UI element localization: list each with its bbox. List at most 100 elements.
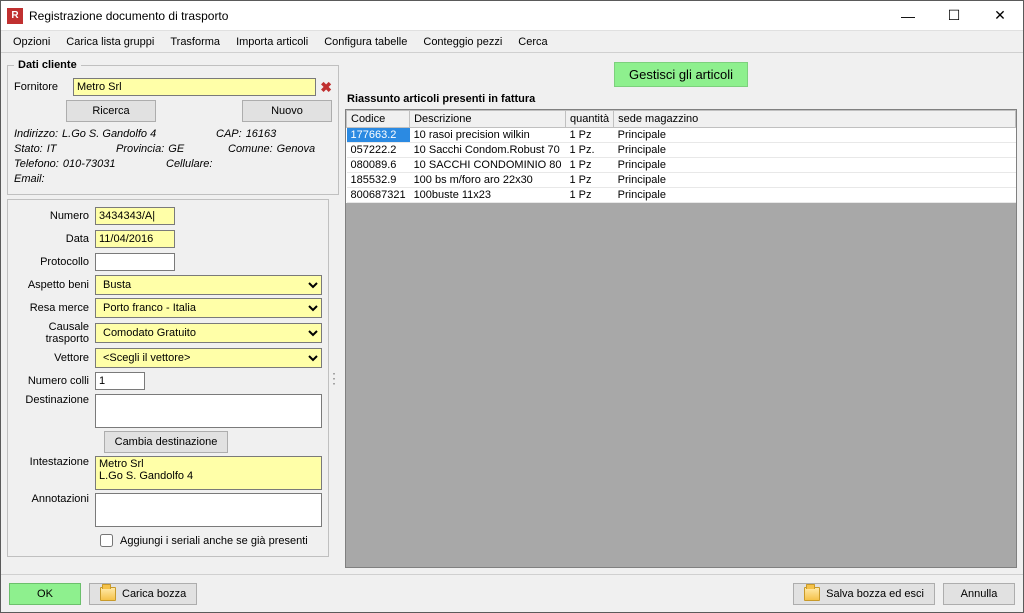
numero-label: Numero <box>10 210 95 222</box>
resa-select[interactable]: Porto franco - Italia <box>95 298 322 318</box>
articles-table[interactable]: Codice Descrizione quantità sede magazzi… <box>346 110 1016 203</box>
provincia-label: Provincia: <box>116 143 164 155</box>
annot-label: Annotazioni <box>10 493 95 505</box>
ricerca-button[interactable]: Ricerca <box>66 100 156 122</box>
vettore-select[interactable]: <Scegli il vettore> <box>95 348 322 368</box>
cell-sede: Principale <box>614 128 1016 143</box>
maximize-button[interactable]: ☐ <box>931 1 977 31</box>
client-legend: Dati cliente <box>14 59 81 71</box>
cell-desc: 10 SACCHI CONDOMINIO 80 <box>410 158 566 173</box>
carica-bozza-label: Carica bozza <box>122 588 186 600</box>
stato-value: IT <box>47 143 57 155</box>
footer: OK Carica bozza Salva bozza ed esci Annu… <box>1 574 1023 612</box>
colli-label: Numero colli <box>10 375 95 387</box>
aspetto-select[interactable]: Busta <box>95 275 322 295</box>
menu-cerca[interactable]: Cerca <box>512 34 553 50</box>
table-row[interactable]: 080089.610 SACCHI CONDOMINIO 801 PzPrinc… <box>347 158 1016 173</box>
cap-label: CAP: <box>216 128 242 140</box>
resa-label: Resa merce <box>10 302 95 314</box>
protocollo-input[interactable] <box>95 253 175 271</box>
cell-qta: 1 Pz <box>565 128 613 143</box>
cell-qta: 1 Pz <box>565 173 613 188</box>
menubar: Opzioni Carica lista gruppi Trasforma Im… <box>1 31 1023 53</box>
col-sede[interactable]: sede magazzino <box>614 111 1016 128</box>
menu-conteggio[interactable]: Conteggio pezzi <box>417 34 508 50</box>
cell-desc: 10 rasoi precision wilkin <box>410 128 566 143</box>
annulla-button[interactable]: Annulla <box>943 583 1015 605</box>
menu-carica-lista[interactable]: Carica lista gruppi <box>60 34 160 50</box>
menu-trasforma[interactable]: Trasforma <box>164 34 226 50</box>
comune-value: Genova <box>277 143 316 155</box>
cell-codice: 800687321 <box>347 188 410 203</box>
menu-importa[interactable]: Importa articoli <box>230 34 314 50</box>
cap-value: 16163 <box>246 128 277 140</box>
colli-input[interactable] <box>95 372 145 390</box>
minimize-button[interactable]: ― <box>885 1 931 31</box>
nuovo-button[interactable]: Nuovo <box>242 100 332 122</box>
causale-select[interactable]: Comodato Gratuito <box>95 323 322 343</box>
indirizzo-label: Indirizzo: <box>14 128 58 140</box>
seriali-checkbox-row[interactable]: Aggiungi i seriali anche se già presenti <box>96 531 322 550</box>
cell-sede: Principale <box>614 188 1016 203</box>
seriali-checkbox[interactable] <box>100 534 113 547</box>
cell-sede: Principale <box>614 143 1016 158</box>
ok-button[interactable]: OK <box>9 583 81 605</box>
menu-opzioni[interactable]: Opzioni <box>7 34 56 50</box>
annot-textarea[interactable] <box>95 493 322 527</box>
fornitore-input[interactable] <box>73 78 316 96</box>
cell-codice: 057222.2 <box>347 143 410 158</box>
col-codice[interactable]: Codice <box>347 111 410 128</box>
close-button[interactable]: ✕ <box>977 1 1023 31</box>
articles-summary-label: Riassunto articoli presenti in fattura <box>345 89 1017 109</box>
articles-table-wrap: Codice Descrizione quantità sede magazzi… <box>345 109 1017 568</box>
window-title: Registrazione documento di trasporto <box>29 9 885 23</box>
panel-grip-icon[interactable]: ⋮ <box>329 199 339 557</box>
table-row[interactable]: 800687321100buste 11x231 PzPrincipale <box>347 188 1016 203</box>
telefono-value: 010-73031 <box>63 158 116 170</box>
titlebar: R Registrazione documento di trasporto ―… <box>1 1 1023 31</box>
cell-codice: 080089.6 <box>347 158 410 173</box>
cell-qta: 1 Pz. <box>565 143 613 158</box>
cell-desc: 10 Sacchi Condom.Robust 70 <box>410 143 566 158</box>
cell-codice: 185532.9 <box>347 173 410 188</box>
menu-configura[interactable]: Configura tabelle <box>318 34 413 50</box>
gestisci-articoli-button[interactable]: Gestisci gli articoli <box>614 62 748 87</box>
cell-sede: Principale <box>614 173 1016 188</box>
cell-codice: 177663.2 <box>347 128 410 143</box>
fornitore-label: Fornitore <box>14 81 69 93</box>
table-row[interactable]: 057222.210 Sacchi Condom.Robust 701 Pz.P… <box>347 143 1016 158</box>
intest-label: Intestazione <box>10 456 95 468</box>
salva-bozza-label: Salva bozza ed esci <box>826 588 924 600</box>
cell-qta: 1 Pz <box>565 188 613 203</box>
folder-icon <box>100 587 116 601</box>
salva-bozza-button[interactable]: Salva bozza ed esci <box>793 583 935 605</box>
seriali-label: Aggiungi i seriali anche se già presenti <box>120 535 308 547</box>
cambia-dest-button[interactable]: Cambia destinazione <box>104 431 229 453</box>
app-icon: R <box>7 8 23 24</box>
numero-input[interactable] <box>95 207 175 225</box>
col-quantita[interactable]: quantità <box>565 111 613 128</box>
table-row[interactable]: 177663.210 rasoi precision wilkin1 PzPri… <box>347 128 1016 143</box>
cell-desc: 100buste 11x23 <box>410 188 566 203</box>
intest-textarea[interactable] <box>95 456 322 490</box>
table-row[interactable]: 185532.9100 bs m/foro aro 22x301 PzPrinc… <box>347 173 1016 188</box>
cellulare-label: Cellulare: <box>166 158 212 170</box>
telefono-label: Telefono: <box>14 158 59 170</box>
stato-label: Stato: <box>14 143 43 155</box>
causale-label: Causale trasporto <box>10 321 95 345</box>
cell-desc: 100 bs m/foro aro 22x30 <box>410 173 566 188</box>
email-label: Email: <box>14 173 45 185</box>
data-input[interactable] <box>95 230 175 248</box>
dest-label: Destinazione <box>10 394 95 406</box>
data-label: Data <box>10 233 95 245</box>
aspetto-label: Aspetto beni <box>10 279 95 291</box>
provincia-value: GE <box>168 143 184 155</box>
carica-bozza-button[interactable]: Carica bozza <box>89 583 197 605</box>
folder-icon <box>804 587 820 601</box>
clear-fornitore-icon[interactable]: ✖ <box>320 79 332 96</box>
client-group: Dati cliente Fornitore ✖ Ricerca Nuovo I… <box>7 59 339 195</box>
col-descrizione[interactable]: Descrizione <box>410 111 566 128</box>
dest-textarea[interactable] <box>95 394 322 428</box>
indirizzo-value: L.Go S. Gandolfo 4 <box>62 128 156 140</box>
protocollo-label: Protocollo <box>10 256 95 268</box>
